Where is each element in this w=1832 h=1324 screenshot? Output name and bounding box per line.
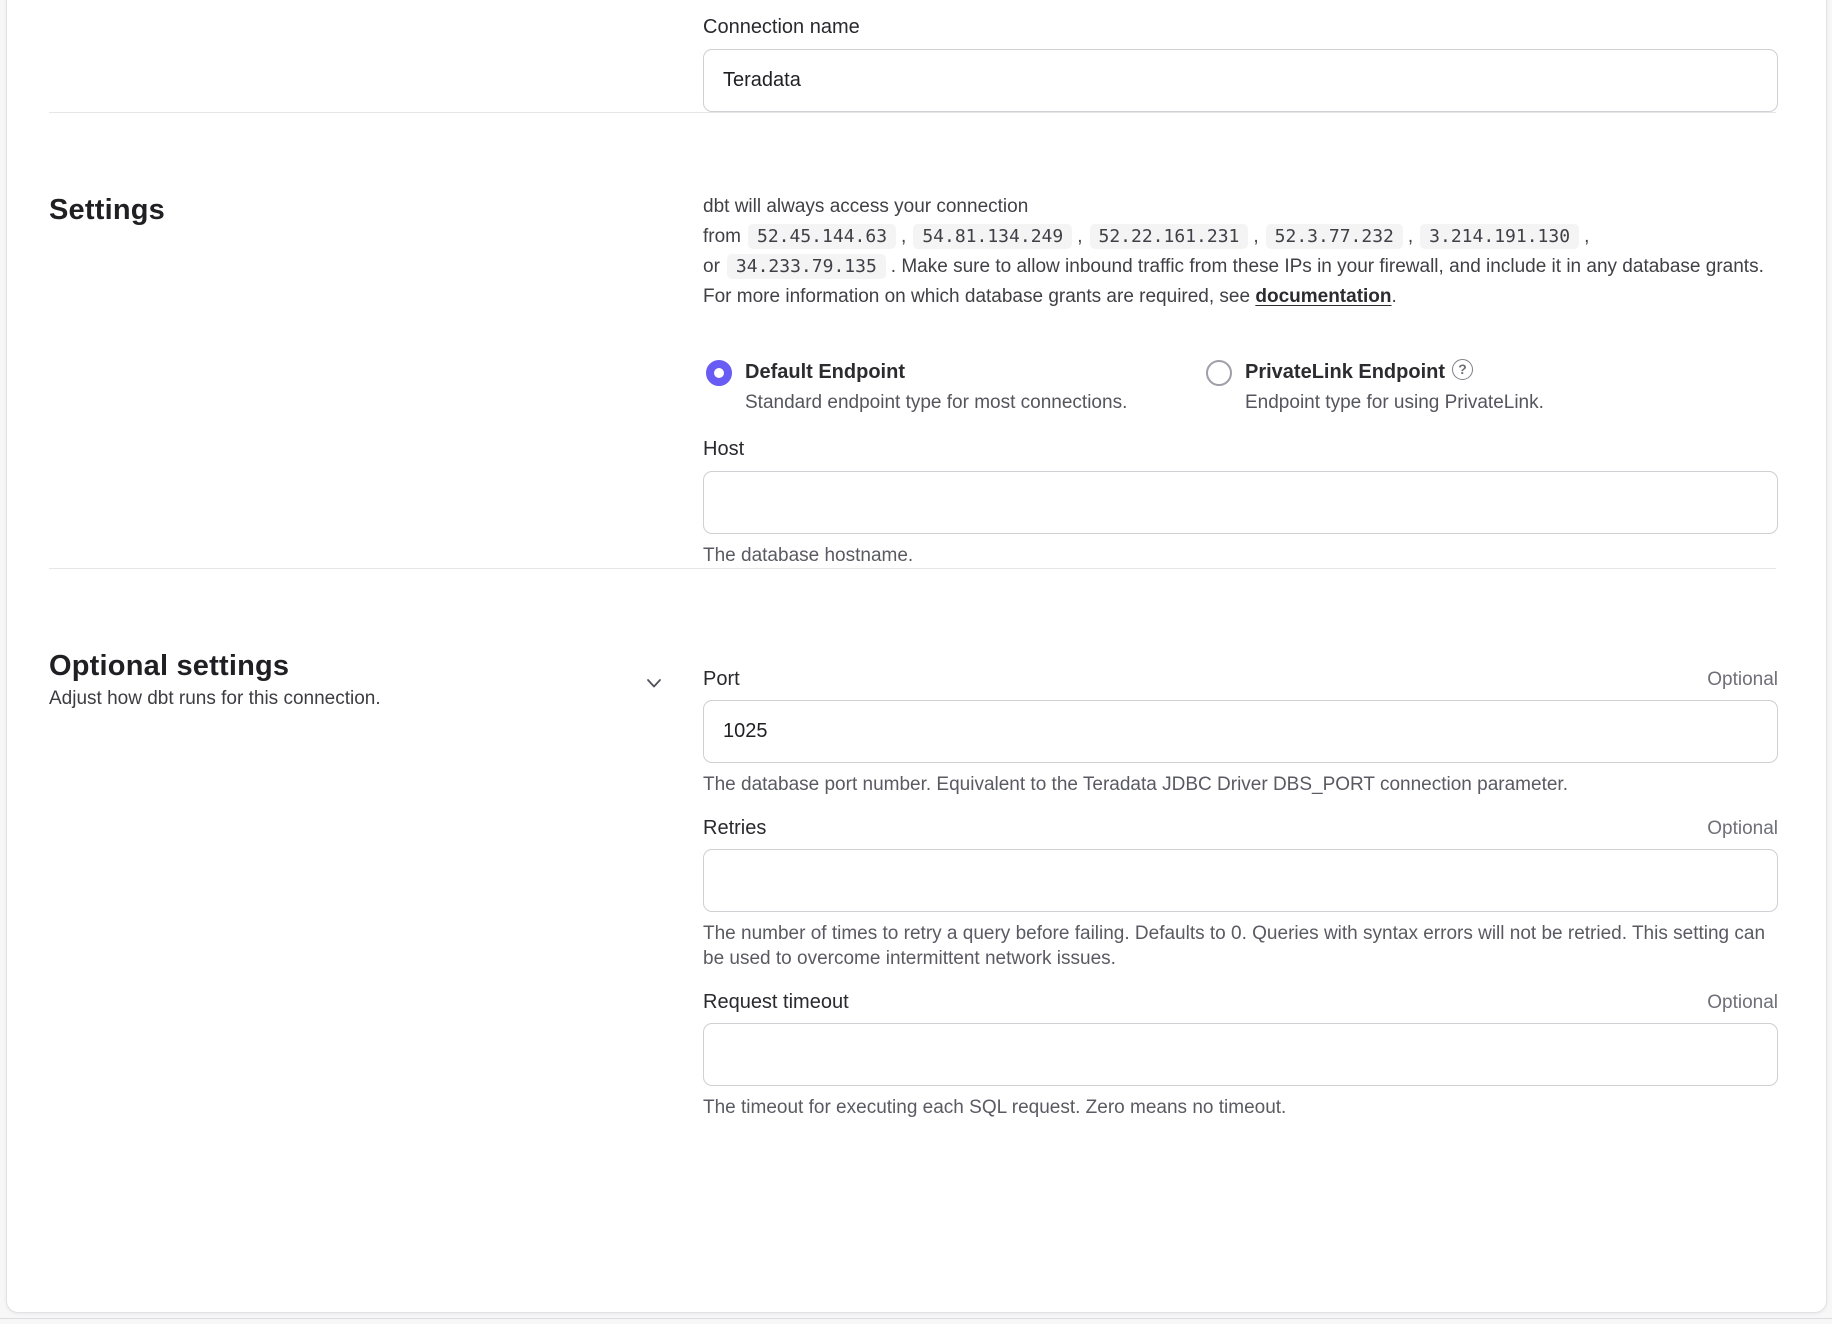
- request-timeout-input[interactable]: [703, 1023, 1778, 1086]
- ip-chip: 34.233.79.135: [727, 254, 886, 279]
- request-timeout-label: Request timeout: [703, 990, 849, 1014]
- ip-chip: 52.3.77.232: [1266, 224, 1403, 249]
- retries-field-group: Retries Optional The number of times to …: [703, 816, 1778, 971]
- radio-option-default-endpoint[interactable]: Default Endpoint Standard endpoint type …: [703, 359, 1203, 415]
- host-label: Host: [703, 437, 1778, 461]
- ip-chip: 52.45.144.63: [748, 224, 896, 249]
- retries-helper-text: The number of times to retry a query bef…: [703, 921, 1778, 971]
- optional-badge: Optional: [1707, 668, 1778, 692]
- radio-option-privatelink-endpoint[interactable]: PrivateLink Endpoint? Endpoint type for …: [1203, 359, 1763, 415]
- retries-label: Retries: [703, 816, 766, 840]
- help-question-icon[interactable]: ?: [1452, 359, 1473, 380]
- ip-chip: 54.81.134.249: [913, 224, 1072, 249]
- port-input[interactable]: [703, 700, 1778, 763]
- ip-chip: 52.22.161.231: [1090, 224, 1249, 249]
- bottom-panel-divider: [0, 1318, 1832, 1319]
- radio-label: PrivateLink Endpoint: [1245, 359, 1445, 385]
- port-helper-text: The database port number. Equivalent to …: [703, 772, 1778, 797]
- optional-settings-heading: Optional settings: [49, 648, 703, 684]
- retries-input[interactable]: [703, 849, 1778, 912]
- connection-name-input[interactable]: [703, 49, 1778, 112]
- host-helper-text: The database hostname.: [703, 543, 1778, 568]
- optional-settings-section: Optional settings Adjust how dbt runs fo…: [49, 569, 1776, 1120]
- optional-badge: Optional: [1707, 817, 1778, 841]
- ip-allowlist-text: dbt will always access your connection f…: [703, 192, 1778, 312]
- connection-name-label: Connection name: [703, 15, 1778, 39]
- optional-badge: Optional: [1707, 991, 1778, 1015]
- request-timeout-helper-text: The timeout for executing each SQL reque…: [703, 1095, 1778, 1120]
- radio-unselected-icon[interactable]: [1206, 360, 1232, 386]
- radio-description: Standard endpoint type for most connecti…: [745, 391, 1203, 415]
- radio-label: Default Endpoint: [745, 359, 905, 385]
- request-timeout-field-group: Request timeout Optional The timeout for…: [703, 990, 1778, 1120]
- chevron-down-icon[interactable]: [643, 672, 665, 694]
- radio-description: Endpoint type for using PrivateLink.: [1245, 391, 1763, 415]
- connection-name-section: Connection name: [49, 0, 1776, 112]
- port-field-group: Port Optional The database port number. …: [703, 667, 1778, 797]
- host-input[interactable]: [703, 471, 1778, 534]
- optional-settings-subheading: Adjust how dbt runs for this connection.: [49, 687, 703, 711]
- documentation-link[interactable]: documentation: [1255, 286, 1391, 307]
- endpoint-radio-group: Default Endpoint Standard endpoint type …: [703, 359, 1778, 415]
- settings-section: Settings dbt will always access your con…: [49, 113, 1776, 568]
- port-label: Port: [703, 667, 740, 691]
- radio-selected-icon[interactable]: [706, 360, 732, 386]
- host-field-group: Host The database hostname.: [703, 437, 1778, 568]
- ip-chip: 3.214.191.130: [1420, 224, 1579, 249]
- connection-settings-card: Connection name Settings dbt will always…: [6, 0, 1827, 1313]
- settings-heading: Settings: [49, 192, 703, 228]
